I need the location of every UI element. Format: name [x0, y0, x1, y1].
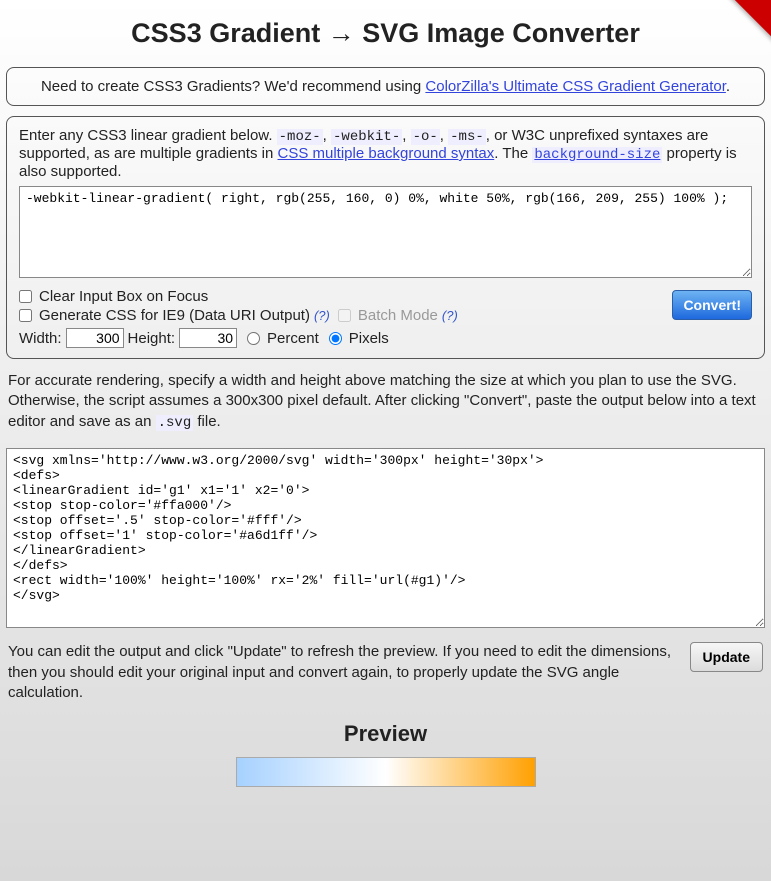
colorzilla-link[interactable]: ColorZilla's Ultimate CSS Gradient Gener… [425, 78, 725, 95]
intro-text: . The [494, 145, 532, 162]
update-note: You can edit the output and click "Updat… [8, 642, 678, 703]
batch-label: Batch Mode [358, 307, 438, 324]
ie9-checkbox[interactable] [19, 309, 32, 322]
ie9-help-icon[interactable]: (?) [314, 308, 330, 323]
clear-on-focus-label: Clear Input Box on Focus [39, 288, 208, 305]
gradient-input[interactable] [19, 186, 752, 278]
info-panel: Need to create CSS3 Gradients? We'd reco… [6, 67, 765, 106]
width-label: Width: [19, 330, 62, 347]
svg-output[interactable] [6, 448, 765, 628]
batch-checkbox [338, 309, 351, 322]
input-panel: Enter any CSS3 linear gradient below. -m… [6, 116, 765, 359]
clear-on-focus-checkbox[interactable] [19, 290, 32, 303]
code-webkit: -webkit- [331, 129, 402, 145]
batch-help-icon[interactable]: (?) [442, 308, 458, 323]
svg-ext-code: .svg [156, 415, 194, 431]
render-note: For accurate rendering, specify a width … [8, 371, 763, 432]
code-ms: -ms- [448, 129, 486, 145]
percent-radio[interactable] [247, 332, 260, 345]
render-note-text: file. [193, 413, 221, 430]
code-bgsize: background-size [532, 147, 662, 163]
sep: , [440, 127, 448, 144]
info-text-suffix: . [726, 78, 730, 95]
input-instructions: Enter any CSS3 linear gradient below. -m… [19, 127, 752, 180]
multi-bg-link[interactable]: CSS multiple background syntax [277, 145, 494, 162]
render-note-text: For accurate rendering, specify a width … [8, 372, 756, 430]
pixels-label: Pixels [349, 330, 389, 347]
info-text-prefix: Need to create CSS3 Gradients? We'd reco… [41, 78, 425, 95]
intro-text: Enter any CSS3 linear gradient below. [19, 127, 277, 144]
sep: , [323, 127, 331, 144]
height-label: Height: [128, 330, 176, 347]
code-o: -o- [411, 129, 440, 145]
page-title: CSS3 Gradient → SVG Image Converter [6, 18, 765, 49]
percent-label: Percent [267, 330, 319, 347]
convert-button[interactable]: Convert! [672, 290, 752, 320]
preview-heading: Preview [6, 721, 765, 747]
pixels-radio[interactable] [329, 332, 342, 345]
update-button[interactable]: Update [690, 642, 763, 672]
code-moz: -moz- [277, 129, 323, 145]
ie9-label: Generate CSS for IE9 (Data URI Output) [39, 307, 310, 324]
bgsize-link[interactable]: background-size [532, 145, 662, 162]
preview-box [236, 757, 536, 787]
width-input[interactable] [66, 328, 124, 348]
options-row: Convert! Clear Input Box on Focus Genera… [19, 288, 752, 348]
sep: , [402, 127, 410, 144]
height-input[interactable] [179, 328, 237, 348]
